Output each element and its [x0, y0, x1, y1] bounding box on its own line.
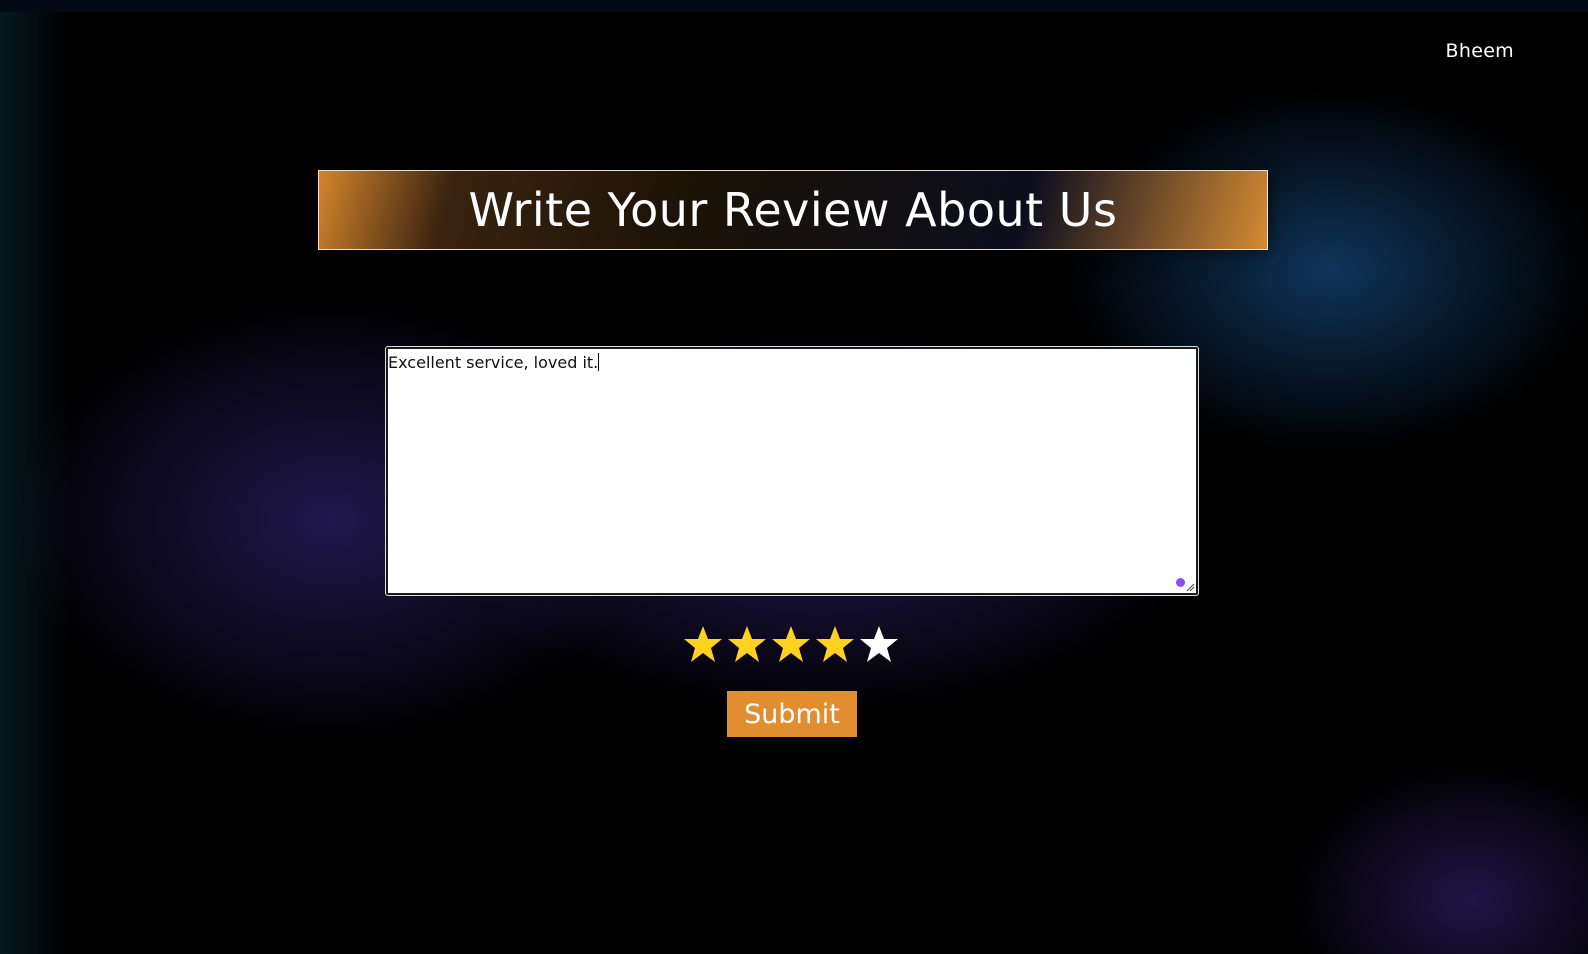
resize-handle-icon[interactable] — [1185, 582, 1195, 592]
star-filled-icon[interactable] — [771, 624, 811, 664]
review-value: Excellent service, loved it. — [388, 353, 599, 372]
title-banner: Write Your Review About Us — [318, 170, 1268, 250]
page: Bheem Write Your Review About Us Excelle… — [0, 0, 1588, 954]
review-text: Excellent service, loved it. — [388, 353, 600, 372]
review-textarea[interactable]: Excellent service, loved it. — [385, 346, 1199, 596]
grammar-check-icon[interactable] — [1176, 578, 1185, 587]
star-rating[interactable] — [683, 624, 899, 664]
page-title: Write Your Review About Us — [468, 183, 1118, 237]
star-empty-icon[interactable] — [859, 624, 899, 664]
star-filled-icon[interactable] — [815, 624, 855, 664]
user-name[interactable]: Bheem — [1446, 40, 1514, 62]
submit-button[interactable]: Submit — [727, 691, 857, 737]
star-filled-icon[interactable] — [683, 624, 723, 664]
star-filled-icon[interactable] — [727, 624, 767, 664]
top-strip — [0, 0, 1588, 12]
text-caret — [598, 353, 600, 371]
